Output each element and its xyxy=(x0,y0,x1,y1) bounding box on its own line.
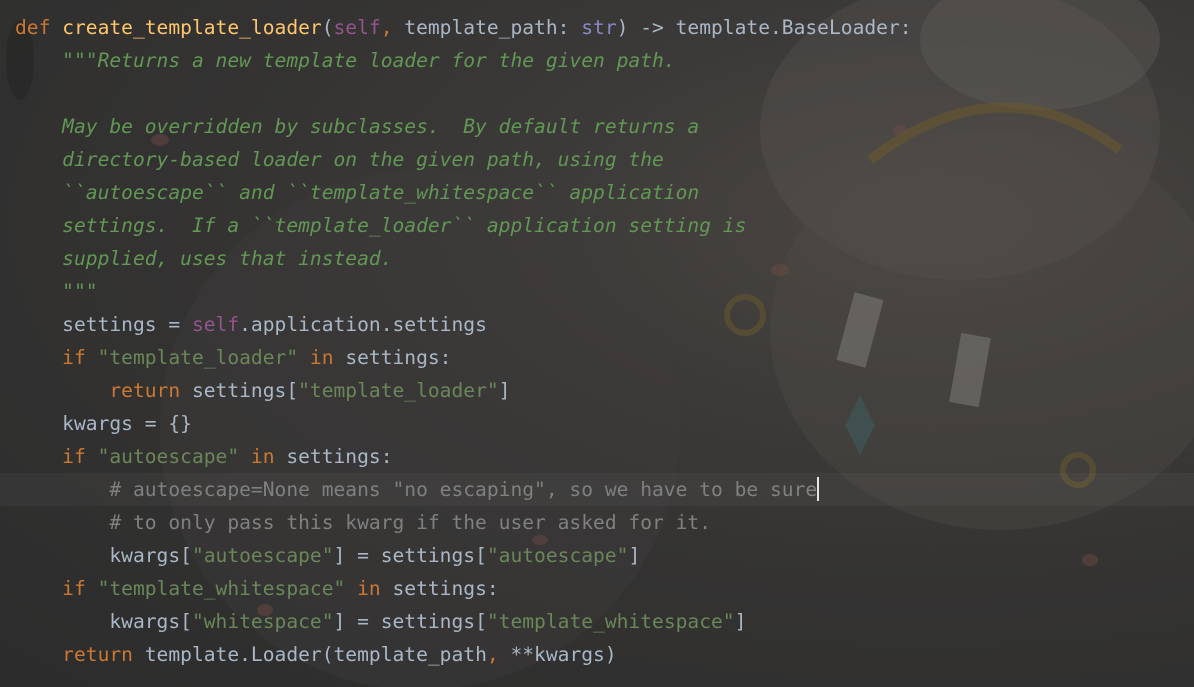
code-token: ) -> template.BaseLoader: xyxy=(616,16,912,39)
code-token: ] xyxy=(628,544,641,567)
code-token: "template_whitespace" xyxy=(97,577,346,600)
code-line[interactable]: settings = self.application.settings xyxy=(15,308,1194,341)
code-token: self xyxy=(191,313,240,336)
code-token: settings: xyxy=(392,577,499,600)
code-token: , xyxy=(486,643,499,666)
code-token: in xyxy=(298,346,346,369)
code-token: if xyxy=(15,577,98,600)
code-token: in xyxy=(345,577,393,600)
code-token: .application.settings xyxy=(239,313,487,336)
code-token: "template_whitespace" xyxy=(486,610,735,633)
code-line[interactable]: directory-based loader on the given path… xyxy=(15,143,1194,176)
code-token: ] xyxy=(498,379,511,402)
code-line[interactable]: kwargs["autoescape"] = settings["autoesc… xyxy=(15,539,1194,572)
code-token: **kwargs) xyxy=(498,643,617,666)
code-line[interactable]: kwargs["whitespace"] = settings["templat… xyxy=(15,605,1194,638)
code-token: "autoescape" xyxy=(97,445,240,468)
code-line[interactable]: ``autoescape`` and ``template_whitespace… xyxy=(15,176,1194,209)
code-line[interactable]: return settings["template_loader"] xyxy=(15,374,1194,407)
code-token: if xyxy=(15,346,98,369)
code-token: ] = settings[ xyxy=(333,610,487,633)
code-token: settings. If a ``template_loader`` appli… xyxy=(15,214,747,237)
code-token: """ xyxy=(15,280,98,303)
code-token: create_template_loader xyxy=(62,16,322,39)
code-token: return xyxy=(15,643,145,666)
code-line[interactable]: settings. If a ``template_loader`` appli… xyxy=(15,209,1194,242)
code-token: str xyxy=(581,16,617,39)
code-token: settings: xyxy=(286,445,393,468)
code-line[interactable]: """ xyxy=(15,275,1194,308)
code-line[interactable]: return template.Loader(template_path, **… xyxy=(15,638,1194,671)
code-token: settings[ xyxy=(191,379,299,402)
code-area[interactable]: def create_template_loader(self, templat… xyxy=(15,11,1194,671)
code-token: in xyxy=(239,445,287,468)
code-line[interactable]: def create_template_loader(self, templat… xyxy=(15,11,1194,44)
code-token: directory-based loader on the given path… xyxy=(15,148,664,171)
code-line[interactable]: if "autoescape" in settings: xyxy=(15,440,1194,473)
code-token: May be overridden by subclasses. By defa… xyxy=(15,115,700,138)
code-token: kwargs[ xyxy=(15,610,192,633)
code-line[interactable]: # to only pass this kwarg if the user as… xyxy=(15,506,1194,539)
code-line[interactable]: supplied, uses that instead. xyxy=(15,242,1194,275)
code-token: settings: xyxy=(345,346,452,369)
code-line[interactable]: if "template_whitespace" in settings: xyxy=(15,572,1194,605)
code-token: "template_loader" xyxy=(97,346,299,369)
code-line[interactable]: # autoescape=None means "no escaping", s… xyxy=(0,473,1194,506)
code-token: template.Loader(template_path xyxy=(144,643,487,666)
code-token: "whitespace" xyxy=(191,610,334,633)
code-line[interactable]: May be overridden by subclasses. By defa… xyxy=(15,110,1194,143)
code-token: ] = settings[ xyxy=(333,544,487,567)
code-editor[interactable]: def create_template_loader(self, templat… xyxy=(0,0,1194,687)
code-line[interactable]: """Returns a new template loader for the… xyxy=(15,44,1194,77)
code-token: """Returns a new template loader for the… xyxy=(15,49,676,72)
code-token: # to only pass this kwarg if the user as… xyxy=(15,511,711,534)
code-token: ( xyxy=(321,16,334,39)
code-token: settings = xyxy=(15,313,192,336)
code-token: if xyxy=(15,445,98,468)
code-token: return xyxy=(15,379,192,402)
code-token: ``autoescape`` and ``template_whitespace… xyxy=(15,181,700,204)
code-token: supplied, uses that instead. xyxy=(15,247,393,270)
code-token: , xyxy=(380,16,393,39)
code-token: # autoescape=None means "no escaping", s… xyxy=(15,478,818,501)
code-token: ] xyxy=(734,610,747,633)
code-token: "template_loader" xyxy=(298,379,499,402)
code-line[interactable] xyxy=(15,77,1194,110)
code-token: kwargs[ xyxy=(15,544,192,567)
code-token: def xyxy=(15,16,63,39)
code-token: kwargs = {} xyxy=(15,412,192,435)
code-token: "autoescape" xyxy=(191,544,334,567)
code-line[interactable]: kwargs = {} xyxy=(15,407,1194,440)
text-caret xyxy=(817,477,820,501)
code-token: self xyxy=(333,16,381,39)
code-line[interactable]: if "template_loader" in settings: xyxy=(15,341,1194,374)
code-token: template_path: xyxy=(392,16,582,39)
code-token: "autoescape" xyxy=(486,544,629,567)
